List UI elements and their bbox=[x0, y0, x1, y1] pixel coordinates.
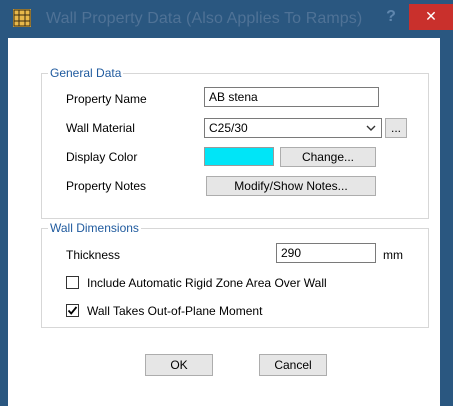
rigid-zone-checkbox[interactable] bbox=[66, 276, 79, 289]
thickness-unit: mm bbox=[383, 248, 403, 262]
checkmark-icon bbox=[67, 306, 78, 315]
property-name-input[interactable] bbox=[204, 87, 379, 107]
out-of-plane-label: Wall Takes Out-of-Plane Moment bbox=[87, 304, 263, 318]
grid-app-icon bbox=[13, 9, 31, 27]
title-bar[interactable]: Wall Property Data (Also Applies To Ramp… bbox=[0, 0, 453, 38]
property-notes-label: Property Notes bbox=[66, 179, 147, 193]
thickness-input[interactable] bbox=[276, 243, 376, 263]
close-button[interactable]: ✕ bbox=[409, 4, 453, 30]
material-browse-button[interactable]: ... bbox=[385, 118, 407, 138]
ok-button[interactable]: OK bbox=[145, 354, 213, 376]
wall-property-dialog: Wall Property Data (Also Applies To Ramp… bbox=[0, 0, 453, 406]
thickness-label: Thickness bbox=[66, 248, 121, 262]
dialog-body: General Data Property Name Wall Material… bbox=[8, 38, 440, 406]
wall-material-label: Wall Material bbox=[66, 121, 135, 135]
cancel-button[interactable]: Cancel bbox=[259, 354, 327, 376]
out-of-plane-checkbox[interactable] bbox=[66, 304, 79, 317]
modify-notes-button[interactable]: Modify/Show Notes... bbox=[206, 176, 376, 196]
wall-material-select[interactable]: C25/30 bbox=[204, 118, 382, 138]
property-name-label: Property Name bbox=[66, 92, 147, 106]
window-title: Wall Property Data (Also Applies To Ramp… bbox=[46, 10, 363, 27]
rigid-zone-label: Include Automatic Rigid Zone Area Over W… bbox=[87, 276, 327, 290]
display-color-label: Display Color bbox=[66, 150, 138, 164]
wall-material-value: C25/30 bbox=[209, 121, 248, 135]
help-button[interactable]: ? bbox=[380, 6, 402, 28]
display-color-swatch bbox=[204, 147, 274, 166]
general-data-title: General Data bbox=[48, 66, 124, 80]
change-color-button[interactable]: Change... bbox=[280, 147, 376, 167]
chevron-down-icon bbox=[366, 125, 376, 131]
wall-dimensions-title: Wall Dimensions bbox=[48, 221, 141, 235]
